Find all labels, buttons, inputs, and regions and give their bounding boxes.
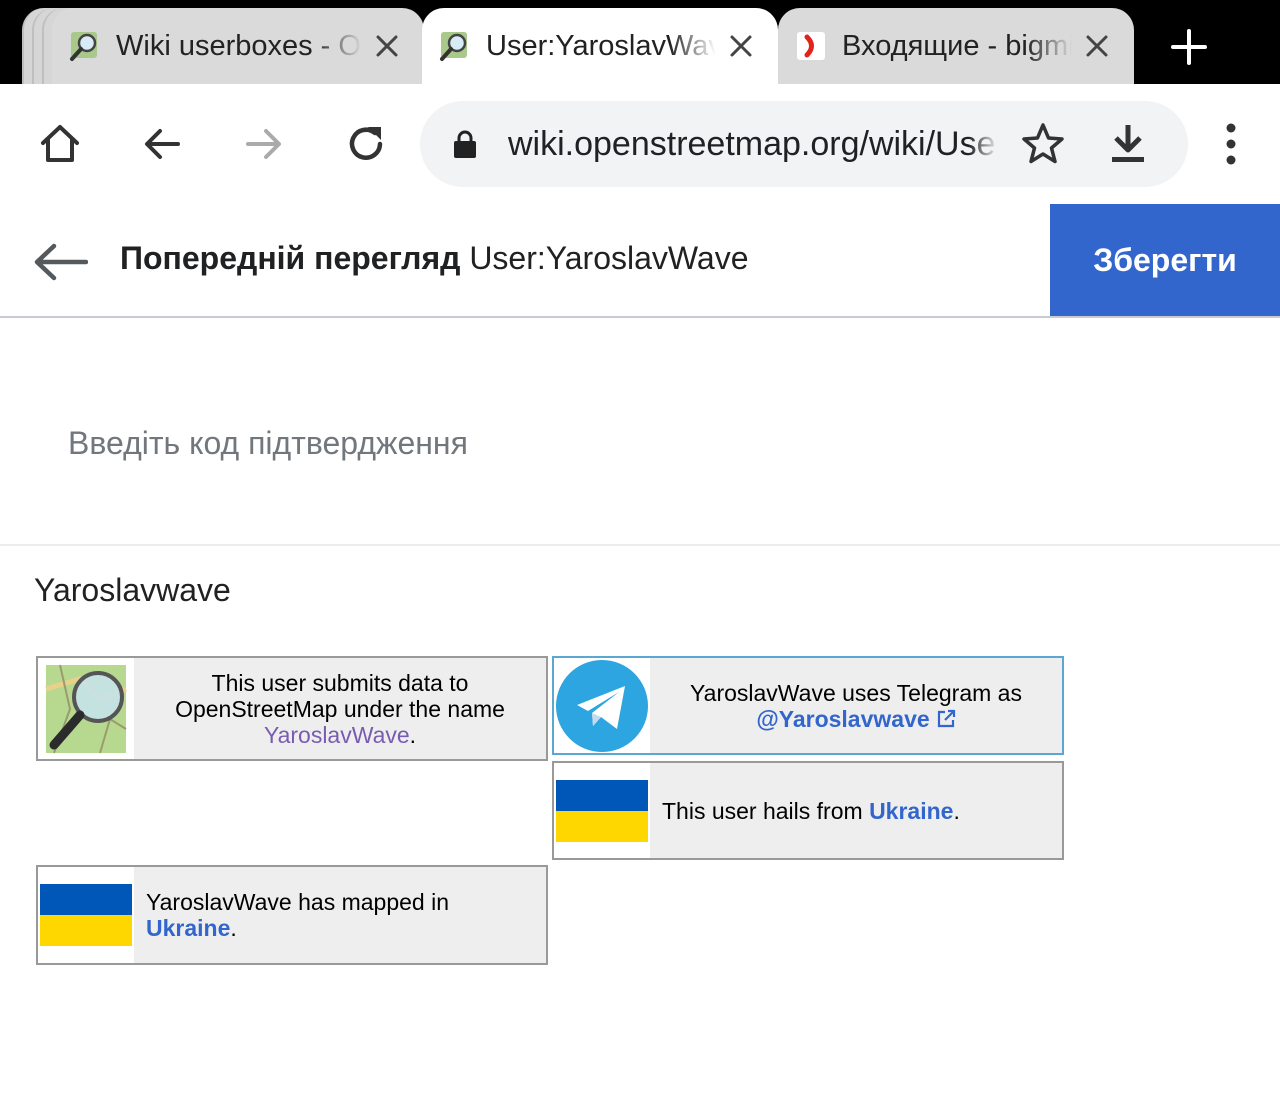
bookmark-star-icon[interactable]	[1020, 121, 1066, 167]
user-heading: Yaroslavwave	[34, 572, 231, 608]
telegram-logo-icon	[554, 658, 650, 753]
userbox-text: YaroslavWave uses Telegram as @Yaroslavwa…	[650, 658, 1062, 753]
page-name: User:YaroslavWave	[469, 240, 749, 276]
lock-icon[interactable]	[452, 129, 478, 159]
close-icon[interactable]	[1082, 31, 1112, 61]
ukraine-link[interactable]: Ukraine	[869, 798, 953, 824]
userbox-text-after: .	[953, 797, 960, 824]
download-icon[interactable]	[1108, 121, 1148, 167]
back-arrow-icon[interactable]	[32, 242, 88, 282]
user-link[interactable]: YaroslavWave	[264, 722, 410, 748]
userbox-text: YaroslavWave has mapped in Ukraine.	[134, 867, 546, 963]
userbox-text-before: This user hails from	[662, 797, 870, 824]
osm-logo-icon	[38, 658, 134, 759]
tab-strip: Wiki userboxes - OpenStreetMap Wiki User…	[0, 0, 1280, 84]
userbox-text: This user hails from Ukraine.	[650, 763, 1062, 858]
userbox-text-before: YaroslavWave has mapped in	[146, 889, 449, 915]
browser-toolbar: wiki.openstreetmap.org/wiki/User:Yarosla…	[0, 84, 1280, 205]
external-link-icon	[937, 709, 955, 727]
new-tab-plus-icon[interactable]	[1170, 28, 1208, 66]
captcha-section	[0, 318, 1280, 546]
userbox-text-before: YaroslavWave uses Telegram as	[690, 679, 1022, 706]
tab-title: User:YaroslavWave	[486, 29, 716, 62]
userbox-text-after: .	[409, 721, 417, 748]
tab-title: Wiki userboxes - OpenStreetMap Wiki	[116, 29, 362, 62]
ukraine-flag-icon	[554, 763, 650, 858]
userbox-text-after: .	[230, 915, 237, 941]
osm-wiki-icon	[440, 32, 467, 61]
telegram-link[interactable]: @Yaroslavwave	[756, 706, 929, 732]
reload-icon[interactable]	[344, 122, 388, 166]
userbox-text-before: This user submits data to OpenStreetMap …	[175, 669, 505, 722]
userbox-hails-from: This user hails from Ukraine.	[552, 761, 1064, 860]
url-text[interactable]: wiki.openstreetmap.org/wiki/User:Yarosla…	[508, 123, 998, 165]
ukraine-flag-icon	[38, 867, 134, 963]
close-icon[interactable]	[372, 31, 402, 61]
close-icon[interactable]	[726, 31, 756, 61]
home-icon[interactable]	[38, 122, 82, 166]
tab-user-yaroslavwave[interactable]: User:YaroslavWave	[422, 8, 778, 84]
more-vert-icon[interactable]	[1218, 122, 1244, 166]
userbox-text: This user submits data to OpenStreetMap …	[134, 658, 546, 759]
ukraine-link[interactable]: Ukraine	[146, 915, 230, 941]
back-icon[interactable]	[140, 122, 184, 166]
forward-icon[interactable]	[242, 122, 286, 166]
userbox-osm: This user submits data to OpenStreetMap …	[36, 656, 548, 761]
captcha-input[interactable]	[40, 412, 1270, 474]
editor-header: Попередній перегляд User:YaroslavWave Зб…	[0, 204, 1280, 318]
tab-title: Входящие - bigmir	[842, 29, 1072, 62]
tab-wiki-userboxes[interactable]: Wiki userboxes - OpenStreetMap Wiki	[52, 8, 424, 84]
save-button[interactable]: Зберегти	[1050, 204, 1280, 316]
userbox-telegram: YaroslavWave uses Telegram as @Yaroslavwa…	[552, 656, 1064, 755]
tab-inbox[interactable]: Входящие - bigmir	[778, 8, 1134, 84]
page-title: Попередній перегляд User:YaroslavWave	[120, 240, 749, 277]
address-bar[interactable]: wiki.openstreetmap.org/wiki/User:Yarosla…	[420, 101, 1188, 187]
osm-wiki-icon	[70, 32, 97, 61]
userbox-mapped-in: YaroslavWave has mapped in Ukraine.	[36, 865, 548, 965]
mail-icon	[797, 32, 825, 60]
preview-label: Попередній перегляд	[120, 240, 461, 276]
